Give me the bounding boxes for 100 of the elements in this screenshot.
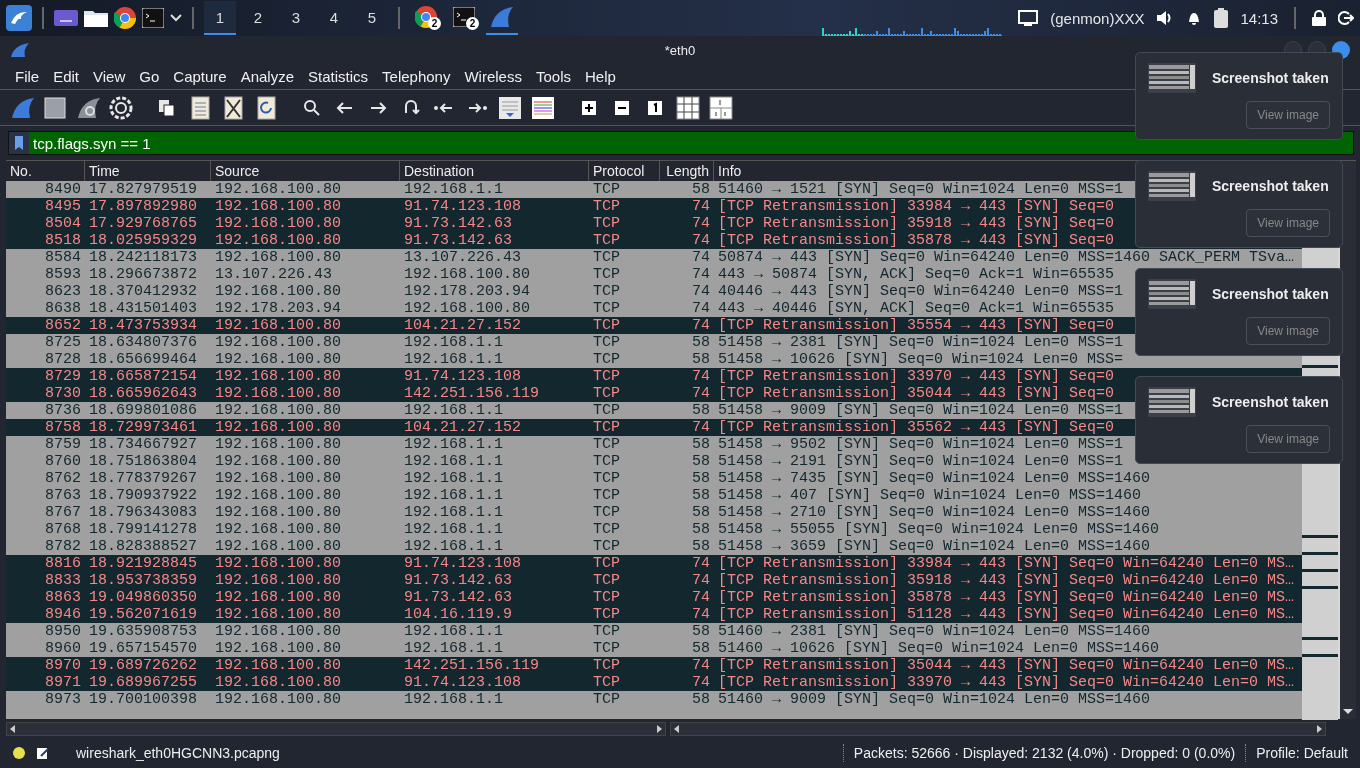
table-cell-text: 51458 → 3659 [SYN] Seq=0 Win=1024 Len=0 MSS=1460 bbox=[717, 538, 1152, 555]
table-cell-text: 192.168.100.80 bbox=[214, 589, 343, 606]
table-cell-text: 74 bbox=[691, 300, 711, 317]
table-cell-text: TCP bbox=[592, 283, 621, 300]
table-cell-text: 8638 bbox=[44, 300, 82, 317]
table-cell-text: TCP bbox=[592, 470, 621, 487]
table-cell-text: 192.168.100.80 bbox=[214, 572, 343, 589]
table-cell-text: TCP bbox=[592, 572, 621, 589]
table-cell-text: 8730 bbox=[44, 385, 82, 402]
table-cell-text: 192.168.100.80 bbox=[214, 555, 343, 572]
table-cell-text: 8758 bbox=[44, 419, 82, 436]
table-cell-text: 51460 → 10626 [SYN] Seq=0 Win=1024 Len=0 MSS=1460 bbox=[717, 640, 1161, 657]
table-cell-text: 58 bbox=[691, 181, 711, 198]
table-cell-text: 18.242118173 bbox=[88, 249, 199, 266]
table-cell-text: 443 → 40446 [SYN, ACK] Seq=0 Ack=1 Win=65535 bbox=[717, 300, 1116, 317]
table-cell-text: 58 bbox=[691, 504, 711, 521]
table-cell-text: 91.73.142.63 bbox=[403, 232, 514, 249]
table-cell-text: 192.168.1.1 bbox=[403, 487, 505, 504]
table-cell-text: TCP bbox=[592, 589, 621, 606]
table-cell-text: TCP bbox=[592, 249, 621, 266]
table-cell-text: [TCP Retransmission] 33970 → 443 [SYN] Seq=0 Win=64240 Len=0 MS… bbox=[717, 674, 1296, 691]
clock: 14:13 bbox=[1240, 9, 1278, 27]
table-cell-text: 18.953738359 bbox=[88, 572, 199, 589]
table-cell-text: 192.178.203.94 bbox=[403, 283, 532, 300]
table-cell-text: 51460 → 9009 [SYN] Seq=0 Win=1024 Len=0 MSS=1460 bbox=[717, 691, 1152, 708]
table-cell-text: 19.657154570 bbox=[88, 640, 199, 657]
table-cell-text: 192.168.100.80 bbox=[214, 368, 343, 385]
table-cell-text: 192.168.100.80 bbox=[214, 538, 343, 555]
table-cell-text: [TCP Retransmission] 33984 → 443 [SYN] Seq=0 Win=64240 Len=0 MS… bbox=[717, 555, 1296, 572]
table-cell-text: 192.168.100.80 bbox=[214, 351, 343, 368]
table-cell-text: 104.21.27.152 bbox=[403, 317, 523, 334]
table-cell-text: 58 bbox=[691, 453, 711, 470]
table-cell-text: 74 bbox=[691, 555, 711, 572]
table-cell-text: 51458 → 407 [SYN] Seq=0 Win=1024 Len=0 MSS=1460 bbox=[717, 487, 1143, 504]
table-cell-text: 192.168.1.1 bbox=[403, 181, 505, 198]
table-cell-text: 8763 bbox=[44, 487, 82, 504]
table-cell-text: 74 bbox=[691, 589, 711, 606]
table-cell-text: 18.370412932 bbox=[88, 283, 199, 300]
table-cell-text: 91.74.123.108 bbox=[403, 674, 523, 691]
table-cell-text: 8950 bbox=[44, 623, 82, 640]
table-cell-text: 192.168.100.80 bbox=[214, 181, 343, 198]
table-cell-text: 8518 bbox=[44, 232, 82, 249]
table-cell-text: 8863 bbox=[44, 589, 82, 606]
table-cell-text: 192.168.1.1 bbox=[403, 623, 505, 640]
table-cell-text: 192.168.1.1 bbox=[403, 470, 505, 487]
table-cell-text: [TCP Retransmission] 35562 → 443 [SYN] Seq=0 bbox=[717, 419, 1116, 436]
table-cell-text: 91.73.142.63 bbox=[403, 215, 514, 232]
table-cell-text: 192.178.203.94 bbox=[214, 300, 343, 317]
table-cell-text: 104.21.27.152 bbox=[403, 419, 523, 436]
table-cell-text: 192.168.100.80 bbox=[214, 640, 343, 657]
table-cell-text: 51458 → 2710 [SYN] Seq=0 Win=1024 Len=0 MSS=1460 bbox=[717, 504, 1152, 521]
table-cell-text: 19.689967255 bbox=[88, 674, 199, 691]
table-cell-text: 192.168.100.80 bbox=[214, 317, 343, 334]
table-cell-text: [TCP Retransmission] 33970 → 443 [SYN] Seq=0 bbox=[717, 368, 1116, 385]
table-cell-text: 8833 bbox=[44, 572, 82, 589]
table-cell-text: 18.665872154 bbox=[88, 368, 199, 385]
table-cell-text: 192.168.100.80 bbox=[214, 606, 343, 623]
table-cell-text: [TCP Retransmission] 33984 → 443 [SYN] Seq=0 bbox=[717, 198, 1116, 215]
table-cell-text: 192.168.100.80 bbox=[214, 521, 343, 538]
table-cell-text: TCP bbox=[592, 453, 621, 470]
table-cell-text: 8729 bbox=[44, 368, 82, 385]
table-cell-text: [TCP Retransmission] 35878 → 443 [SYN] Seq=0 bbox=[717, 232, 1116, 249]
table-cell-text: 74 bbox=[691, 385, 711, 402]
table-cell-text: 18.751863804 bbox=[88, 453, 199, 470]
table-cell-text: 18.734667927 bbox=[88, 436, 199, 453]
table-cell-text: 19.700100398 bbox=[88, 691, 199, 708]
table-cell-text: 8623 bbox=[44, 283, 82, 300]
table-cell-text: 192.168.100.80 bbox=[214, 453, 343, 470]
table-cell-text: 18.025959329 bbox=[88, 232, 199, 249]
table-cell-text: 192.168.100.80 bbox=[214, 657, 343, 674]
table-cell-text: 192.168.100.80 bbox=[214, 504, 343, 521]
table-cell-text: 18.729973461 bbox=[88, 419, 199, 436]
table-cell-text: 51458 → 9009 [SYN] Seq=0 Win=1024 Len=0 MSS=1 bbox=[717, 402, 1125, 419]
table-cell-text: 91.73.142.63 bbox=[403, 589, 514, 606]
table-cell-text: 192.168.1.1 bbox=[403, 453, 505, 470]
table-cell-text: TCP bbox=[592, 538, 621, 555]
table-cell-text: 192.168.100.80 bbox=[214, 232, 343, 249]
table-cell-text: 51460 → 2381 [SYN] Seq=0 Win=1024 Len=0 MSS=1460 bbox=[717, 623, 1152, 640]
table-cell-text: 13.107.226.43 bbox=[403, 249, 523, 266]
table-cell-text: 192.168.1.1 bbox=[403, 521, 505, 538]
table-cell-text: 91.74.123.108 bbox=[403, 198, 523, 215]
window-title: *eth0 bbox=[664, 43, 696, 58]
packet-count: Packets: 52666 · Displayed: 2132 (4.0%) · Dropped: 0 (0.0%) bbox=[853, 745, 1236, 761]
table-cell-text: TCP bbox=[592, 232, 621, 249]
table-cell-text: 192.168.1.1 bbox=[403, 640, 505, 657]
notification-title: Screenshot taken bbox=[1212, 70, 1330, 86]
table-cell-text: 74 bbox=[691, 215, 711, 232]
table-cell-text: 58 bbox=[691, 538, 711, 555]
table-cell-text: 58 bbox=[691, 521, 711, 538]
table-cell-text: 192.168.100.80 bbox=[214, 402, 343, 419]
table-cell-text: TCP bbox=[592, 266, 621, 283]
table-cell-text: 192.168.1.1 bbox=[403, 538, 505, 555]
table-cell-text: 192.168.100.80 bbox=[214, 419, 343, 436]
table-cell-text: 74 bbox=[691, 283, 711, 300]
table-cell-text: 74 bbox=[691, 368, 711, 385]
table-cell-text: [TCP Retransmission] 35554 → 443 [SYN] Seq=0 bbox=[717, 317, 1116, 334]
table-cell-text: TCP bbox=[592, 606, 621, 623]
table-cell-text: TCP bbox=[592, 436, 621, 453]
table-cell-text: 58 bbox=[691, 351, 711, 368]
table-cell-text: 142.251.156.119 bbox=[403, 657, 541, 674]
